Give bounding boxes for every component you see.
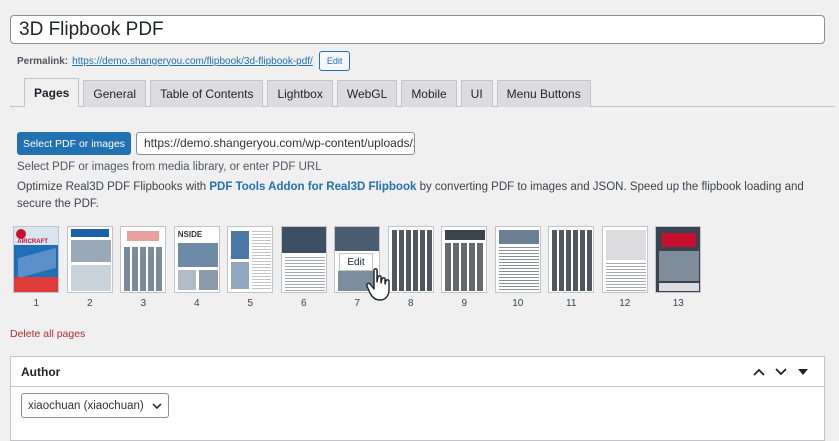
tab-menu-buttons[interactable]: Menu Buttons <box>496 80 591 107</box>
page-thumbnail[interactable] <box>280 226 327 293</box>
author-select[interactable]: xiaochuan (xiaochuan) <box>21 393 169 418</box>
tab-pages[interactable]: Pages <box>24 78 80 107</box>
tab-lightbox[interactable]: Lightbox <box>267 80 333 107</box>
tab-webgl[interactable]: WebGL <box>336 80 398 107</box>
tab-table-of-contents[interactable]: Table of Contents <box>150 80 264 107</box>
page-item: 10 <box>494 226 542 309</box>
page-thumbnail[interactable] <box>227 226 274 293</box>
tab-ui[interactable]: UI <box>460 80 493 107</box>
page-number: 10 <box>512 298 524 309</box>
permalink-url[interactable]: https://demo.shangeryou.com/flipbook/3d-… <box>72 56 313 67</box>
permalink-row: Permalink: https://demo.shangeryou.com/f… <box>17 50 351 72</box>
caret-down-icon[interactable] <box>792 361 814 383</box>
page-number: 1 <box>33 298 40 309</box>
page-thumbnail[interactable] <box>441 226 488 293</box>
page-thumbnail[interactable] <box>120 226 167 293</box>
optimize-text-before: Optimize Real3D PDF Flipbooks with <box>17 181 210 193</box>
page-item: 11 <box>548 226 595 309</box>
page-thumbnail[interactable] <box>548 226 595 293</box>
tab-general[interactable]: General <box>83 80 147 107</box>
hand-pointer-icon <box>366 268 390 301</box>
optimize-notice: Optimize Real3D PDF Flipbooks with PDF T… <box>17 179 817 213</box>
page-number: 9 <box>461 298 468 309</box>
chevron-down-icon <box>152 402 162 409</box>
page-item: 2 <box>66 226 114 309</box>
page-number: 4 <box>193 298 200 309</box>
page-thumbnail[interactable]: NSIDE <box>173 226 220 293</box>
page-number: 12 <box>619 298 631 309</box>
page-thumbnail[interactable] <box>601 226 648 293</box>
page-item: 9 <box>441 226 488 309</box>
settings-tabs: Pages General Table of Contents Lightbox… <box>10 78 835 107</box>
page-item: 3 <box>120 226 167 309</box>
page-thumbnail[interactable] <box>494 226 541 293</box>
page-item: 13 <box>655 226 702 309</box>
thumb-text: NSIDE <box>177 230 203 239</box>
page-item: NSIDE 4 <box>173 226 221 309</box>
page-number: 5 <box>247 298 254 309</box>
page-thumbnail[interactable]: AIRCRAFT <box>13 226 60 293</box>
flipbook-title-input[interactable]: 3D Flipbook PDF <box>10 15 825 44</box>
permalink-edit-button[interactable]: Edit <box>318 51 351 71</box>
chevron-down-icon[interactable] <box>770 361 792 383</box>
page-item: 12 <box>601 226 649 309</box>
page-thumbnail[interactable] <box>66 226 113 293</box>
permalink-label: Permalink: <box>17 55 69 67</box>
author-metabox-title: Author <box>21 364 61 379</box>
author-select-value: xiaochuan (xiaochuan) <box>28 399 144 412</box>
author-metabox: Author xiaochuan (xiaochuan) <box>10 356 825 441</box>
pdf-help-text: Select PDF or images from media library,… <box>17 161 322 173</box>
page-number: 11 <box>566 298 577 309</box>
page-number: 13 <box>672 298 684 309</box>
page-number: 2 <box>86 298 93 309</box>
pdf-tools-addon-link[interactable]: PDF Tools Addon for Real3D Flipbook <box>209 181 416 193</box>
thumb-text: AIRCRAFT <box>17 239 48 245</box>
select-pdf-button[interactable]: Select PDF or images <box>17 132 131 155</box>
page-number: 3 <box>140 298 147 309</box>
delete-all-pages-link[interactable]: Delete all pages <box>10 328 85 340</box>
page-thumbnail[interactable] <box>655 226 702 293</box>
page-number: 8 <box>407 298 414 309</box>
page-number: 6 <box>300 298 307 309</box>
page-item: AIRCRAFT 1 <box>13 226 60 309</box>
chevron-up-icon[interactable] <box>748 361 770 383</box>
page-item: 6 <box>280 226 328 309</box>
page-item: 8 <box>387 226 435 309</box>
author-metabox-header: Author <box>11 357 824 387</box>
page-item: 5 <box>227 226 274 309</box>
tab-mobile[interactable]: Mobile <box>401 80 457 107</box>
pdf-url-input[interactable]: https://demo.shangeryou.com/wp-content/u… <box>136 132 415 155</box>
page-number: 7 <box>354 298 361 309</box>
page-thumbnail[interactable] <box>387 226 434 293</box>
